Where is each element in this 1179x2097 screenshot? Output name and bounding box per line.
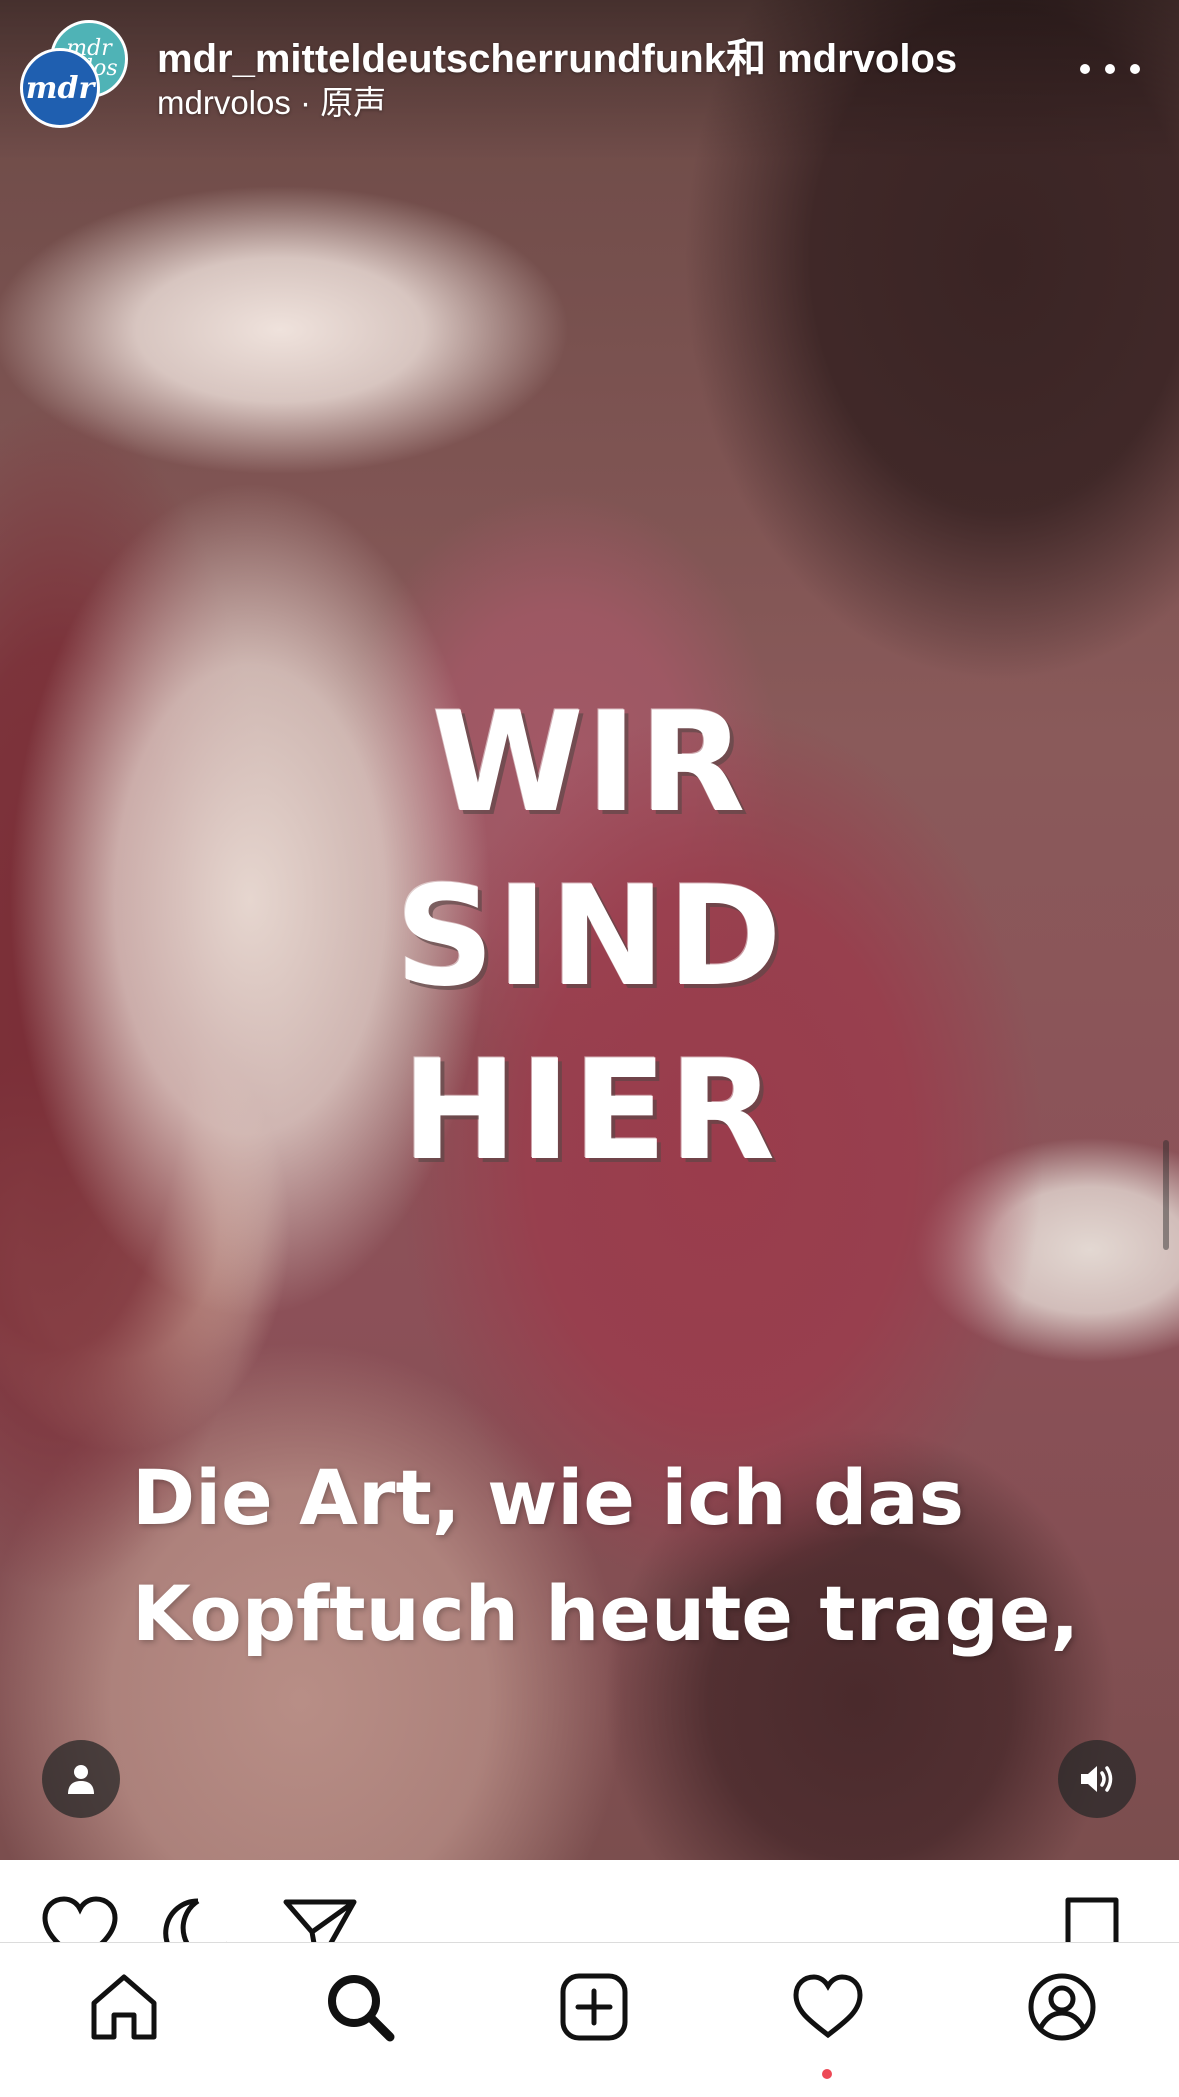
tagged-users-button[interactable] xyxy=(42,1740,120,1818)
add-post-icon xyxy=(560,1973,628,2041)
video-caption-line-1: Die Art, wie ich das xyxy=(132,1453,964,1542)
overlay-title-line-3: HIER xyxy=(401,1030,778,1191)
notification-dot xyxy=(822,2069,832,2079)
activity-heart-icon xyxy=(793,1974,863,2039)
collab-avatars[interactable]: mdr volos mdr xyxy=(20,20,128,128)
avatar-mdr[interactable]: mdr xyxy=(20,48,100,128)
profile-icon xyxy=(1028,1973,1096,2041)
speaker-on-icon xyxy=(1081,1766,1113,1792)
video-caption-line-2: Kopftuch heute trage, xyxy=(132,1569,1080,1658)
post-action-row xyxy=(0,1860,1179,1942)
more-options-icon[interactable] xyxy=(1080,54,1140,84)
tab-activity[interactable] xyxy=(746,1943,906,2097)
comment-icon[interactable] xyxy=(160,1896,236,1942)
audio-toggle-button[interactable] xyxy=(1058,1740,1136,1818)
overlay-title-line-2: SIND xyxy=(395,856,784,1017)
tab-search[interactable] xyxy=(278,1943,438,2097)
tab-profile[interactable] xyxy=(980,1943,1140,2097)
post-audio-subtitle[interactable]: mdrvolos · 原声 xyxy=(157,76,386,124)
person-icon xyxy=(68,1765,94,1794)
search-icon xyxy=(328,1975,395,2042)
overlay-title-line-1: WIR xyxy=(431,682,748,843)
bottom-tab-bar xyxy=(0,1942,1179,2097)
scrollbar-thumb[interactable] xyxy=(1163,1140,1169,1250)
heart-icon[interactable] xyxy=(40,1896,120,1942)
bookmark-icon[interactable] xyxy=(1062,1896,1122,1942)
share-icon[interactable] xyxy=(282,1896,358,1942)
reel-video[interactable]: WIR SIND HIER Die Art, wie ich das Kopft… xyxy=(0,0,1179,1860)
tab-create[interactable] xyxy=(512,1943,672,2097)
home-icon xyxy=(91,1974,157,2040)
tab-home[interactable] xyxy=(42,1943,202,2097)
